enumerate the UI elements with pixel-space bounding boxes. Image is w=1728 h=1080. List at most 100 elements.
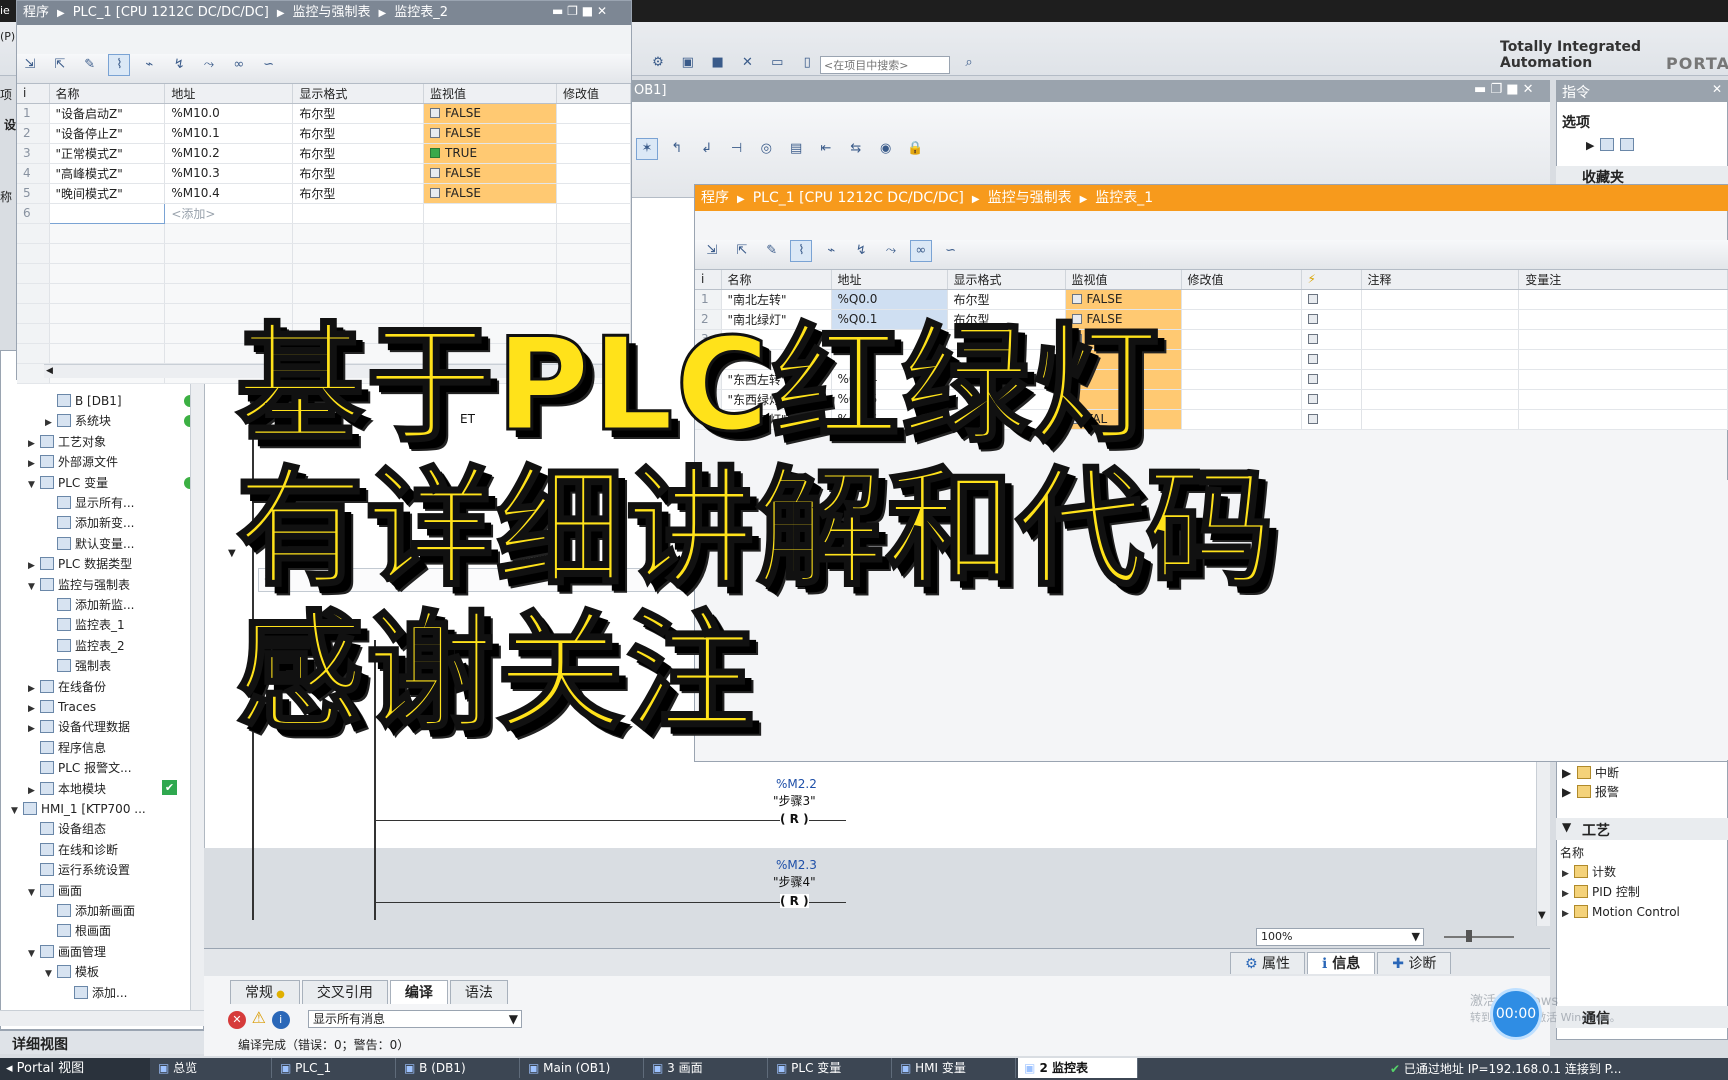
tree-item[interactable]: ▶ PLC 数据类型 xyxy=(0,555,132,573)
expand-arrow-icon[interactable]: ▶ xyxy=(28,455,38,473)
checkbox[interactable] xyxy=(1307,414,1318,424)
column-header[interactable]: 变量注 xyxy=(1518,270,1728,290)
modify-value[interactable] xyxy=(1181,369,1302,390)
tree-item[interactable]: 设备组态 xyxy=(0,820,106,838)
checkbox[interactable] xyxy=(1307,374,1318,384)
tech-item[interactable]: ▶ PID 控制 xyxy=(1562,882,1680,902)
expand-arrow-icon[interactable]: ▼ xyxy=(45,965,55,983)
variable-address[interactable]: %M10.3 xyxy=(164,163,294,184)
taskbar-item[interactable]: ▣ B (DB1) xyxy=(398,1058,520,1078)
expand-arrow-icon[interactable]: ▶ xyxy=(28,782,38,800)
modify-value[interactable] xyxy=(1181,329,1302,350)
instructions-close-icon[interactable]: ✕ xyxy=(1712,82,1722,96)
modify-trigger-icon[interactable]: ⤳ xyxy=(198,54,220,76)
force-checkbox-cell[interactable] xyxy=(1301,289,1362,310)
table-row[interactable]: 3 "正常模式Z" %M10.2 布尔型 TRUE xyxy=(17,143,631,164)
lock-icon[interactable]: 🔒 xyxy=(904,138,926,160)
error-filter-icon[interactable]: ✕ xyxy=(228,1011,246,1029)
taskbar-item[interactable]: ▣ PLC_1 xyxy=(274,1058,396,1078)
table-row[interactable]: 4 "高峰模式Z" %M10.3 布尔型 FALSE xyxy=(17,163,631,184)
coil-icon[interactable]: ◎ xyxy=(755,138,777,160)
tree-item[interactable]: ▶ 本地模块 xyxy=(0,780,106,798)
tree-item[interactable]: ▶ 设备代理数据 xyxy=(0,718,130,736)
breadcrumb-item[interactable]: PLC_1 [CPU 1212C DC/DC/DC] xyxy=(73,5,269,20)
alarm-item[interactable]: ▶ 报警 xyxy=(1562,783,1619,800)
modify-now-icon[interactable]: ↯ xyxy=(850,240,872,262)
monitor-once-icon[interactable]: ⌁ xyxy=(820,240,842,262)
tree-item[interactable]: ▼ 监控与强制表 xyxy=(0,576,130,594)
table-row[interactable]: 1 "设备启动Z" %M10.0 布尔型 FALSE xyxy=(17,103,631,124)
expand-arrow-icon[interactable]: ▶ xyxy=(1562,864,1572,884)
expand-arrow-icon[interactable]: ▶ xyxy=(28,680,38,698)
variable-address[interactable]: %M10.4 xyxy=(164,183,294,204)
network-icon[interactable]: ✶ xyxy=(636,138,658,160)
view-list-icon[interactable] xyxy=(1599,138,1614,151)
minimize-icon[interactable]: ▬ xyxy=(1474,82,1486,97)
variable-name[interactable]: "南北左转" xyxy=(721,289,832,310)
tech-item[interactable]: ▶ 计数 xyxy=(1562,862,1680,882)
force-checkbox-cell[interactable] xyxy=(1301,309,1362,330)
view-grid-icon[interactable] xyxy=(1619,138,1634,151)
variable-name[interactable]: "高峰模式Z" xyxy=(49,163,166,184)
var-comment-cell[interactable] xyxy=(1518,409,1728,430)
breadcrumb-item[interactable]: 监控表_2 xyxy=(394,5,448,20)
inspector-tab-2[interactable]: ✚ 诊断 xyxy=(1377,952,1452,974)
glasses-edit-icon[interactable]: ∽ xyxy=(940,240,962,262)
tree-item[interactable]: ▶ 系统块 xyxy=(0,412,111,430)
go-online-icon[interactable]: ⇆ xyxy=(845,138,867,160)
tree-item[interactable]: 运行系统设置 xyxy=(0,861,130,879)
tree-item[interactable]: ▼ PLC 变量 xyxy=(0,474,108,492)
glasses-icon[interactable]: ∞ xyxy=(228,54,250,76)
checkbox[interactable] xyxy=(1307,314,1318,324)
table-row[interactable]: 1 "南北左转" %Q0.0 布尔型 FALSE xyxy=(695,289,1728,310)
float-icon[interactable]: ❐ xyxy=(567,4,578,18)
display-format[interactable]: 布尔型 xyxy=(292,103,424,124)
display-format[interactable]: 布尔型 xyxy=(292,123,424,144)
checkbox[interactable] xyxy=(1307,394,1318,404)
column-header[interactable]: 显示格式 xyxy=(947,270,1066,290)
expand-arrow-icon[interactable]: ▶ xyxy=(1562,884,1572,904)
breadcrumb-item[interactable]: 程序 xyxy=(701,190,729,206)
column-header[interactable]: i xyxy=(17,84,50,104)
tree-item[interactable]: 监控表_2 xyxy=(0,637,125,655)
variable-address[interactable]: %Q0.0 xyxy=(831,289,948,310)
interrupt-item[interactable]: ▶ 中断 xyxy=(1562,764,1619,781)
info-tab-3[interactable]: 语法 xyxy=(449,980,508,1004)
modify-value[interactable] xyxy=(1181,409,1302,430)
search-go-icon[interactable]: ⌕ xyxy=(958,52,980,74)
taskbar-item[interactable]: ▣ Main (OB1) xyxy=(522,1058,644,1078)
tree-item[interactable]: ▼ 画面 xyxy=(0,882,82,900)
column-header[interactable]: 名称 xyxy=(721,270,832,290)
variable-address[interactable]: %M10.1 xyxy=(164,123,294,144)
add-row-icon[interactable]: ⇱ xyxy=(731,240,753,262)
modify-icon[interactable]: ✎ xyxy=(761,240,783,262)
force-checkbox-cell[interactable] xyxy=(1301,329,1362,350)
split-v-icon[interactable]: ▯ xyxy=(796,52,818,74)
variable-name[interactable]: "设备停止Z" xyxy=(49,123,166,144)
force-checkbox-cell[interactable] xyxy=(1301,409,1362,430)
variable-name[interactable]: "晚间模式Z" xyxy=(49,183,166,204)
split-h-icon[interactable]: ▭ xyxy=(766,52,788,74)
tree-item[interactable]: ▼ 模板 xyxy=(0,963,99,981)
expand-arrow-icon[interactable]: ▼ xyxy=(28,476,38,494)
column-header[interactable]: 注释 xyxy=(1361,270,1520,290)
project-search-input[interactable] xyxy=(820,56,950,74)
tree-item[interactable]: ▶ 在线备份 xyxy=(0,678,106,696)
tree-vscroll[interactable] xyxy=(190,350,204,1010)
breadcrumb-item[interactable]: PLC_1 [CPU 1212C DC/DC/DC] xyxy=(753,190,964,206)
info-filter-icon[interactable]: i xyxy=(271,1011,290,1029)
table-row[interactable]: 5 "晚间模式Z" %M10.4 布尔型 FALSE xyxy=(17,183,631,204)
monitor-once-icon[interactable]: ⌁ xyxy=(138,54,160,76)
warning-filter-icon[interactable]: ⚠ xyxy=(250,1008,268,1027)
modify-icon[interactable]: ✎ xyxy=(79,54,101,76)
tree-item[interactable]: 添加新变... xyxy=(0,514,134,532)
maximize-icon[interactable]: ■ xyxy=(1506,82,1518,97)
column-header[interactable]: 修改值 xyxy=(1181,270,1302,290)
expand-arrow-icon[interactable]: ▶ xyxy=(28,700,38,718)
breadcrumb-item[interactable]: 程序 xyxy=(23,5,49,20)
zoom-select[interactable]: 100% ▼ xyxy=(1256,928,1424,946)
variable-address[interactable]: %M10.0 xyxy=(164,103,294,124)
network-collapse-icon[interactable]: ▼ xyxy=(228,548,236,559)
modify-value[interactable] xyxy=(556,103,631,124)
var-comment-cell[interactable] xyxy=(1518,369,1728,390)
